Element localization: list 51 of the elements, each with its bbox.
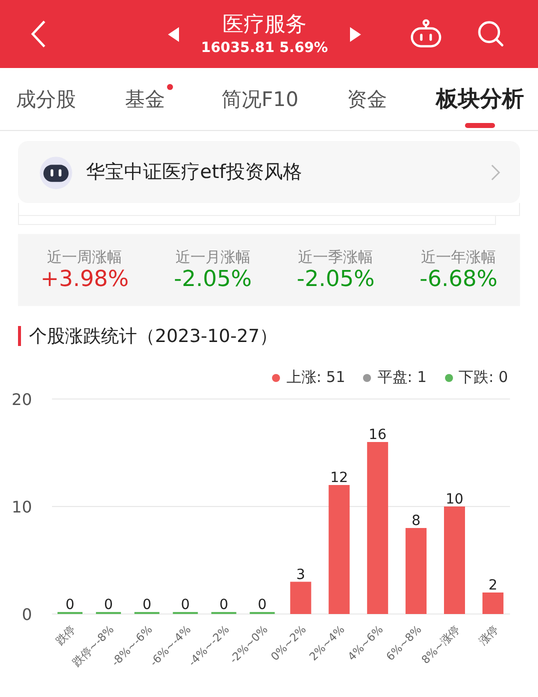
- stat-label: 近一月涨幅: [175, 248, 250, 267]
- back-icon[interactable]: [30, 19, 48, 49]
- x-axis-label: 涨停: [476, 622, 502, 648]
- bar-value-label: 0: [104, 597, 113, 613]
- notification-dot: [166, 84, 173, 90]
- stat-label: 近一季涨幅: [298, 248, 374, 267]
- previous-icon[interactable]: [168, 26, 179, 42]
- bar-value-label: 0: [258, 597, 267, 613]
- sector-title: 医疗服务: [222, 11, 306, 38]
- section-title: 个股涨跌统计（2023-10-27）: [29, 325, 278, 348]
- chevron-right-icon: [491, 164, 500, 180]
- stat-value: -2.05%: [296, 267, 375, 292]
- tab[interactable]: 资金: [347, 86, 388, 112]
- stat-value: -2.05%: [174, 267, 252, 292]
- stat-label: 近一周涨幅: [47, 248, 122, 267]
- legend-label: 平盘: 1: [377, 368, 427, 387]
- bar-value-label: 8: [412, 513, 420, 529]
- stat-label: 近一年涨幅: [421, 248, 496, 267]
- y-axis-label: 0: [22, 605, 32, 624]
- sector-price: 16035.81: [201, 40, 275, 56]
- bar-value-label: 12: [330, 470, 348, 486]
- bar-value-label: 16: [368, 427, 387, 443]
- legend-label: 上涨: 51: [286, 368, 346, 387]
- bar-value-label: 0: [142, 597, 152, 613]
- bar: [290, 582, 312, 614]
- bar-value-label: 0: [66, 597, 74, 613]
- y-axis-label: 10: [12, 498, 32, 516]
- stat-value: -6.68%: [420, 267, 498, 292]
- bar: [482, 592, 504, 614]
- stat-value: +3.98%: [40, 267, 129, 292]
- next-icon[interactable]: [350, 26, 361, 42]
- bar-value-label: 3: [296, 566, 306, 583]
- search-icon[interactable]: [476, 20, 505, 48]
- section-marker: [18, 326, 21, 346]
- tab[interactable]: 成分股: [16, 86, 76, 112]
- tab[interactable]: 板块分析: [436, 84, 524, 114]
- tab[interactable]: 基金: [124, 86, 173, 112]
- bar-value-label: 0: [219, 597, 228, 613]
- card-title: 华宝中证医疗etf投资风格: [86, 160, 303, 185]
- legend-label: 下跌: 0: [458, 368, 508, 387]
- bar-value-label: 2: [488, 578, 498, 594]
- tab[interactable]: 简况F10: [222, 86, 298, 112]
- y-axis-label: 20: [12, 390, 32, 409]
- style-card[interactable]: 华宝中证医疗etf投资风格: [18, 141, 520, 203]
- robot-avatar-icon: [38, 154, 74, 190]
- selected-underline: [464, 123, 495, 128]
- bar-value-label: 0: [180, 597, 190, 613]
- sector-change: 5.69%: [279, 40, 328, 56]
- x-axis-label: 跌停: [53, 622, 78, 648]
- bar-value-label: 10: [446, 492, 464, 508]
- robot-icon[interactable]: [408, 19, 443, 49]
